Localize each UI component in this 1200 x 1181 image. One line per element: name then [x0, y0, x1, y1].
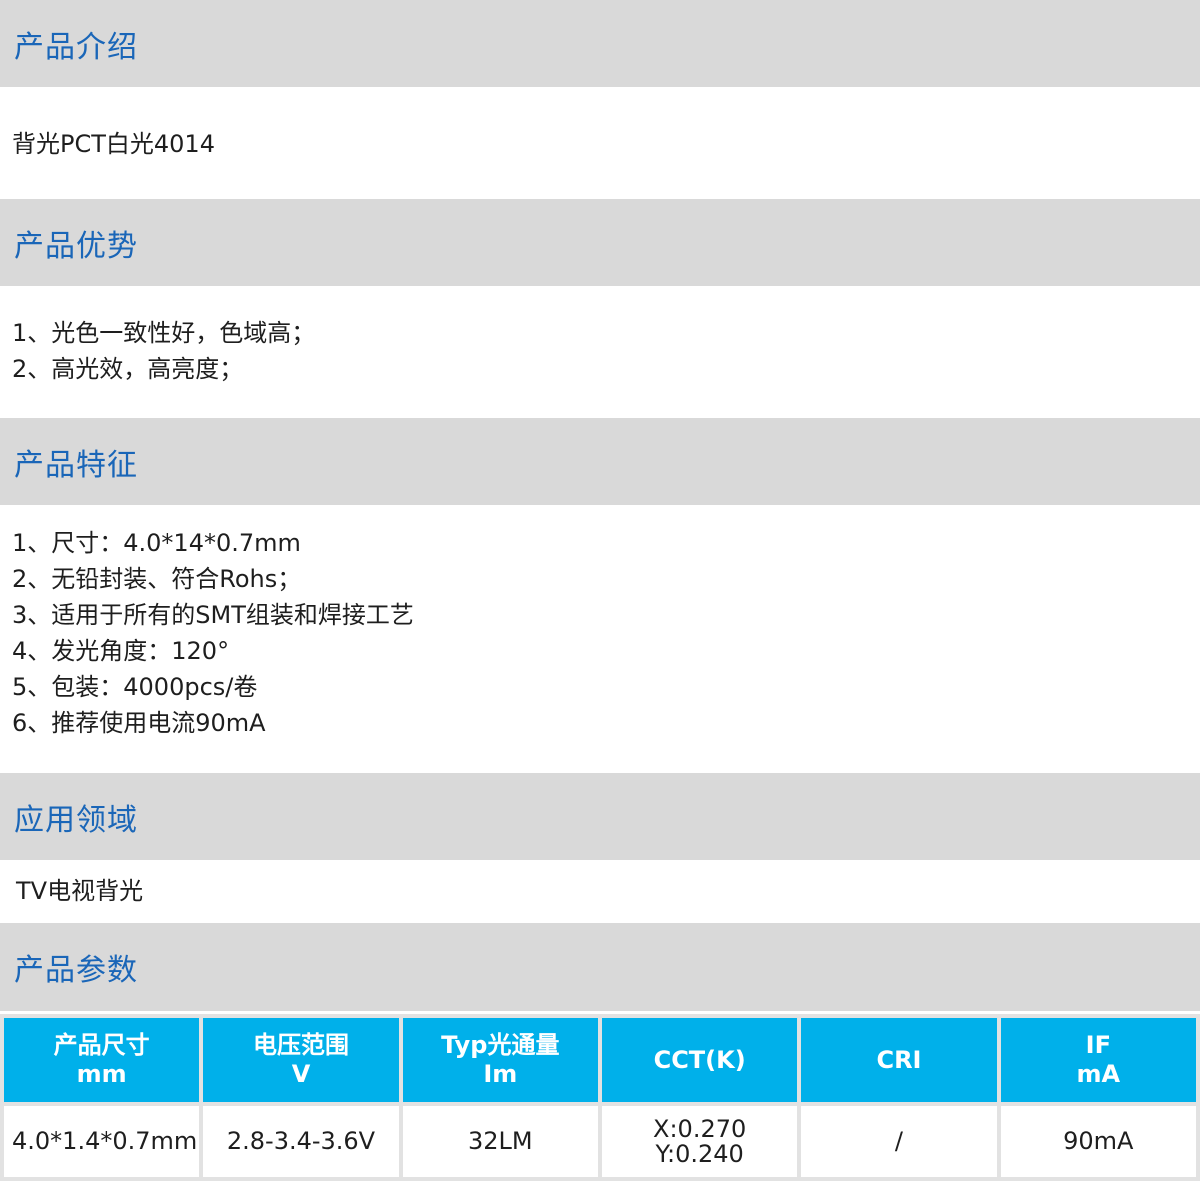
feature-line: 6、推荐使用电流90mA [12, 709, 266, 737]
section-header-applications: 应用领域 [0, 773, 1200, 860]
section-title-params: 产品参数 [14, 953, 138, 988]
section-title-applications: 应用领域 [14, 802, 138, 838]
section-header-advantages: 产品优势 [0, 199, 1200, 286]
section-body-intro: 背光PCT白光4014 [0, 126, 1200, 162]
table-cell: / [801, 1106, 997, 1177]
section-title-advantages: 产品优势 [14, 228, 138, 264]
table-row: 4.0*1.4*0.7mm 2.8-3.4-3.6V 32LM X:0.270 … [4, 1106, 1196, 1177]
feature-line: 1、尺寸：4.0*14*0.7mm [12, 529, 301, 557]
application-line: TV电视背光 [16, 877, 144, 905]
cell-text: 32LM [468, 1127, 533, 1155]
section-header-intro: 产品介绍 [0, 0, 1200, 87]
header-text: CRI [876, 1045, 922, 1074]
header-text: 产品尺寸 [53, 1031, 150, 1059]
table-header-cell: CCT(K) [601, 1018, 798, 1102]
header-text: IF [1085, 1031, 1111, 1059]
table-header-row: 产品尺寸 mm 电压范围 V Typ光通量 Im CCT(K) CRI IF m… [4, 1018, 1196, 1102]
table-cell: 2.8-3.4-3.6V [203, 1106, 399, 1177]
table-header-cell: 电压范围 V [203, 1018, 399, 1102]
section-header-features: 产品特征 [0, 418, 1200, 505]
cell-text: 90mA [1063, 1127, 1134, 1155]
table-header-cell: 产品尺寸 mm [4, 1018, 200, 1102]
section-body-advantages: 1、光色一致性好，色域高； 2、高光效，高亮度； [0, 315, 1200, 387]
section-body-features: 1、尺寸：4.0*14*0.7mm 2、无铅封装、符合Rohs； 3、适用于所有… [0, 525, 1200, 741]
feature-line: 2、无铅封装、符合Rohs； [12, 565, 302, 593]
header-unit: mm [76, 1060, 127, 1088]
cell-text: 2.8-3.4-3.6V [226, 1127, 376, 1155]
section-title-features: 产品特征 [14, 447, 138, 483]
feature-line: 3、适用于所有的SMT组装和焊接工艺 [12, 601, 414, 629]
header-text: Typ光通量 [441, 1031, 560, 1059]
header-text: CCT(K) [653, 1045, 746, 1074]
header-unit: Im [483, 1060, 518, 1088]
cell-text: X:0.270 [653, 1114, 747, 1143]
table-cell: 90mA [1000, 1106, 1196, 1177]
section-header-params: 产品参数 [0, 923, 1200, 1011]
feature-line: 5、包装：4000pcs/卷 [12, 673, 258, 701]
advantage-line: 1、光色一致性好，色域高； [12, 319, 316, 347]
table-cell: 32LM [402, 1106, 598, 1177]
section-body-applications: TV电视背光 [0, 873, 1200, 909]
table-header-cell: IF mA [1000, 1018, 1196, 1102]
cell-text: 4.0*1.4*0.7mm [12, 1127, 198, 1155]
table-cell: 4.0*1.4*0.7mm [4, 1106, 200, 1177]
table-cell: X:0.270 Y:0.240 [601, 1106, 798, 1177]
header-unit: V [291, 1060, 311, 1088]
advantage-line: 2、高光效，高亮度； [12, 355, 244, 383]
cell-text: Y:0.240 [655, 1139, 744, 1168]
header-unit: mA [1076, 1060, 1121, 1088]
params-table: 产品尺寸 mm 电压范围 V Typ光通量 Im CCT(K) CRI IF m… [0, 1014, 1200, 1181]
header-text: 电压范围 [252, 1031, 349, 1059]
intro-line: 背光PCT白光4014 [12, 130, 215, 158]
feature-line: 4、发光角度：120° [12, 637, 230, 665]
cell-text: / [894, 1127, 904, 1155]
table-header-cell: CRI [801, 1018, 997, 1102]
table-header-cell: Typ光通量 Im [402, 1018, 598, 1102]
section-title-intro: 产品介绍 [14, 29, 138, 65]
